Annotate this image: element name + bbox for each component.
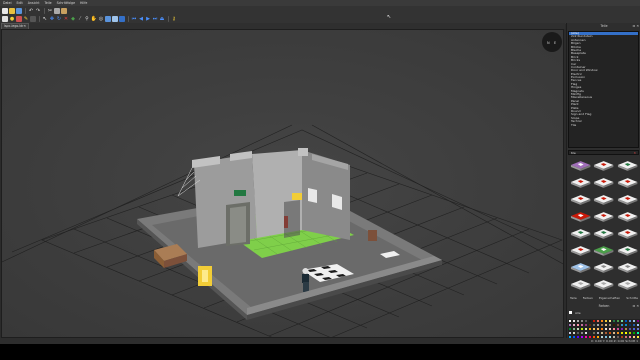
dock-tabs: Teile Farben Eigenschaften Schritte [567, 295, 640, 301]
scene-render: N E [2, 30, 563, 337]
parts-panel-header: Teile ⊡ ✕ [567, 24, 640, 29]
toolbar-separator [39, 16, 40, 22]
part-preview-tile[interactable] [569, 174, 592, 191]
part-preview-tile[interactable] [592, 208, 615, 225]
next-step-icon[interactable]: ▶ [145, 16, 151, 22]
dock-tab[interactable]: Schritte [626, 295, 638, 301]
part-preview-tile[interactable] [592, 191, 615, 208]
orbit-icon[interactable]: ◎ [98, 16, 104, 22]
panel-controls[interactable]: ⊡ ✕ [633, 24, 639, 29]
model-exit-sign [234, 190, 246, 196]
parts-category-item[interactable]: Tile [569, 124, 638, 127]
part-preview-tile[interactable] [616, 157, 639, 174]
part-preview-tile[interactable] [616, 242, 639, 259]
part-preview-tile[interactable] [569, 208, 592, 225]
model-barrel [368, 230, 377, 241]
undo-icon[interactable]: ↶ [28, 8, 34, 14]
new-file-icon[interactable] [2, 8, 8, 14]
colors-panel-title: Farben [598, 304, 610, 308]
part-preview-tile[interactable] [569, 276, 592, 293]
insert-light-icon[interactable]: ● [9, 16, 15, 22]
paste-icon[interactable] [61, 8, 67, 14]
part-preview-tile[interactable] [616, 225, 639, 242]
paint-bucket-icon[interactable]: ◆ [70, 16, 76, 22]
part-preview-tile[interactable] [569, 242, 592, 259]
toolbar: ↶ ↷ ✂ ● ✎ ↖ ✥ ↻ ✕ ◆ ⁄ ⚲ ✋ ◎ ⏮ ◀ ▶ ⏭ ⏏ ⚷ [0, 6, 640, 24]
part-preview-tile[interactable] [616, 208, 639, 225]
part-preview-tile[interactable] [616, 174, 639, 191]
document-tab-label: lspc-lego.ldr [4, 24, 24, 28]
view-top-icon[interactable] [119, 16, 125, 22]
model-warning-sign [292, 193, 302, 200]
delete-icon[interactable]: ✕ [63, 16, 69, 22]
color-filter-label: Alle [574, 311, 581, 315]
dock-tab[interactable]: Eigenschaften [599, 295, 620, 301]
toolbar-separator [168, 16, 169, 22]
first-step-icon[interactable]: ⏮ [131, 16, 137, 22]
right-dock: Teile ⊡ ✕ (Alle) 2x2 Rundstein Antennen Bög… [566, 23, 640, 338]
3d-viewport[interactable]: N E [1, 29, 564, 338]
studio-window: Datei Edit Ansicht Teile Schrittfolge Hilfe ↶… [0, 0, 640, 360]
view-front-icon[interactable] [112, 16, 118, 22]
last-step-icon[interactable]: ⏭ [152, 16, 158, 22]
clear-filter-icon[interactable]: ✕ [633, 151, 636, 155]
color-swatch-current [569, 311, 572, 314]
part-preview-tile[interactable] [616, 276, 639, 293]
copy-icon[interactable] [54, 8, 60, 14]
dock-tab[interactable]: Teile [570, 295, 577, 301]
screen-bottom [0, 344, 640, 360]
toolbar-separator [128, 16, 129, 22]
svg-text:E: E [554, 41, 556, 45]
color-palette[interactable] [568, 319, 640, 338]
color-filter[interactable]: Alle [569, 311, 639, 316]
move-icon[interactable]: ✥ [49, 16, 55, 22]
part-preview-tile[interactable] [569, 191, 592, 208]
parts-filter-input[interactable]: tile ✕ [568, 150, 639, 155]
part-preview-tile[interactable] [569, 225, 592, 242]
part-preview-tile[interactable] [592, 157, 615, 174]
model-minifig [302, 268, 309, 292]
save-icon[interactable] [16, 8, 22, 14]
dock-tab[interactable]: Farben [583, 295, 593, 301]
key-icon[interactable]: ⚷ [171, 16, 177, 22]
new-project-icon[interactable] [2, 16, 8, 22]
pan-icon[interactable]: ✋ [91, 16, 97, 22]
part-preview-tile[interactable] [592, 259, 615, 276]
part-preview-tile[interactable] [592, 225, 615, 242]
paint-icon[interactable]: ✎ [23, 16, 29, 22]
zoom-region-icon[interactable] [105, 16, 111, 22]
mouse-cursor-icon: ↖ [387, 14, 392, 20]
view-cube[interactable]: N E [542, 32, 562, 52]
part-preview-tile[interactable] [569, 259, 592, 276]
camera-icon[interactable] [16, 16, 22, 22]
toolbar-separator [44, 8, 45, 14]
eyedropper-icon[interactable]: ⁄ [77, 16, 83, 22]
parts-preview-grid [569, 157, 639, 291]
parts-filter-value: tile [571, 151, 576, 155]
parts-panel-title: Teile [600, 24, 608, 28]
rotate-icon[interactable]: ↻ [56, 16, 62, 22]
part-preview-tile[interactable] [592, 276, 615, 293]
hide-icon[interactable] [30, 16, 36, 22]
svg-text:N: N [547, 41, 550, 45]
toolbar-separator [25, 8, 26, 14]
open-file-icon[interactable] [9, 8, 15, 14]
select-icon[interactable]: ↖ [42, 16, 48, 22]
part-preview-tile[interactable] [569, 157, 592, 174]
zoom-icon[interactable]: ⚲ [84, 16, 90, 22]
redo-icon[interactable]: ↷ [35, 8, 41, 14]
insert-step-icon[interactable]: ⏏ [159, 16, 165, 22]
prev-step-icon[interactable]: ◀ [138, 16, 144, 22]
part-preview-tile[interactable] [592, 242, 615, 259]
panel-controls[interactable]: ⊡ ✕ [633, 304, 639, 309]
part-preview-tile[interactable] [616, 191, 639, 208]
parts-category-list[interactable]: (Alle) 2x2 Rundstein Antennen Bögen Blöcke Bl… [568, 31, 639, 148]
model-window [308, 188, 317, 203]
part-preview-tile[interactable] [616, 259, 639, 276]
cut-icon[interactable]: ✂ [47, 8, 53, 14]
part-preview-tile[interactable] [592, 174, 615, 191]
colors-panel-header: Farben ⊡ ✕ [567, 304, 640, 309]
